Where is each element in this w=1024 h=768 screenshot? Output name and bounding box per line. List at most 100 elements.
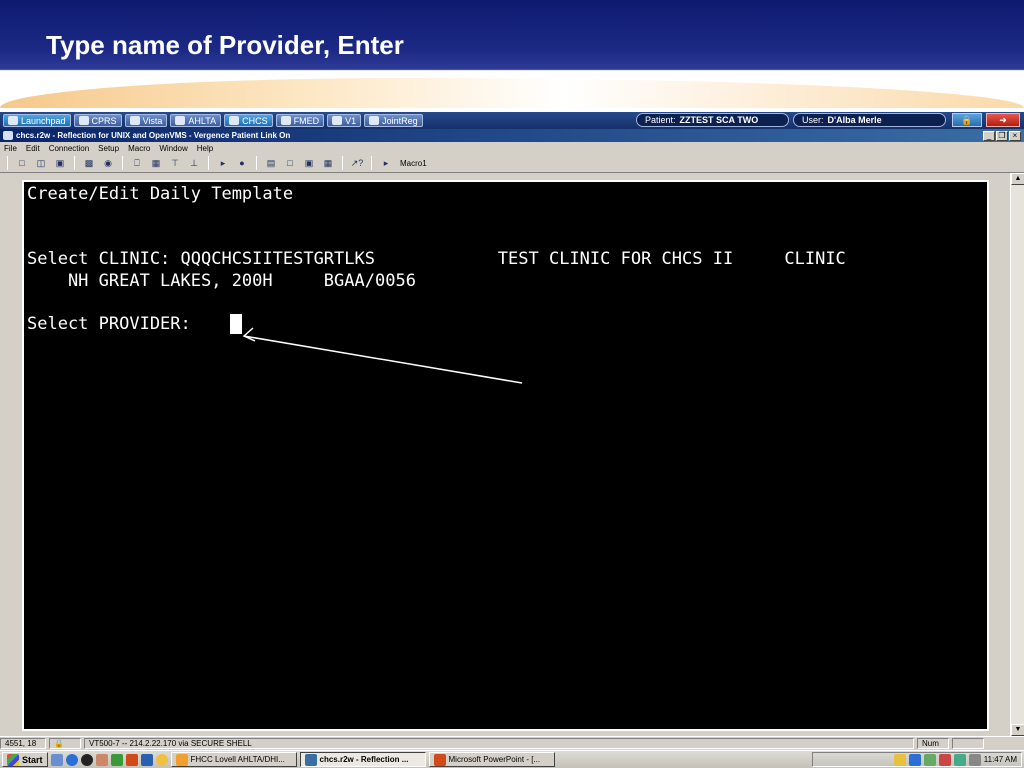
header-wave-decoration <box>0 78 1024 108</box>
jointreg-icon <box>369 116 380 125</box>
media-player-icon[interactable] <box>80 753 93 766</box>
v1-label: V1 <box>345 115 357 126</box>
task-ahlta[interactable]: FHCC Lovell AHLTA/DHI... <box>170 752 297 767</box>
menu-connection[interactable]: Connection <box>49 144 89 153</box>
play-macro-icon[interactable]: ▸ <box>216 157 230 170</box>
paste-icon[interactable]: ▦ <box>149 157 163 170</box>
outlook-icon[interactable] <box>155 753 168 766</box>
lock-icon: 🔒 <box>961 115 973 125</box>
ahlta-icon <box>175 116 186 125</box>
user-key: User: <box>802 115 824 125</box>
macro-play-icon[interactable]: ▸ <box>379 157 393 170</box>
save-icon[interactable]: ▣ <box>53 157 67 170</box>
chat-icon[interactable]: □ <box>283 157 297 170</box>
settings-icon[interactable]: ▤ <box>264 157 278 170</box>
launchpad-icon <box>8 116 18 125</box>
close-button[interactable]: × <box>1009 131 1021 141</box>
toolbar-separator <box>256 156 257 170</box>
show-desktop-icon[interactable] <box>50 753 63 766</box>
tray-sync-icon[interactable] <box>953 753 966 766</box>
tray-volume-icon[interactable] <box>968 753 981 766</box>
patient-key: Patient: <box>645 115 676 125</box>
toolbar-separator <box>74 156 75 170</box>
tray-network-icon[interactable] <box>908 753 921 766</box>
window-title: chcs.r2w - Reflection for UNIX and OpenV… <box>16 131 291 140</box>
toolbar-separator <box>208 156 209 170</box>
fmed-label: FMED <box>293 115 320 126</box>
print-icon[interactable]: ▩ <box>82 157 96 170</box>
restore-icon: ❐ <box>998 131 1006 140</box>
patient-value: ZZTEST SCA TWO <box>679 115 759 125</box>
lock-status-icon: 🔒 <box>49 738 81 749</box>
menu-edit[interactable]: Edit <box>26 144 40 153</box>
cprs-button[interactable]: CPRS <box>73 114 122 127</box>
excel-icon[interactable] <box>110 753 123 766</box>
user-field[interactable]: User: D'Alba Merle <box>793 113 946 127</box>
open-folder-icon[interactable]: ◫ <box>34 157 48 170</box>
slide-title: Type name of Provider, Enter <box>46 30 404 60</box>
ahlta-label: AHLTA <box>188 115 217 126</box>
task-reflection[interactable]: chcs.r2w - Reflection ... <box>299 752 426 767</box>
scroll-down-icon[interactable]: ▼ <box>1011 724 1024 736</box>
app-icon <box>3 131 13 140</box>
terminal-screen[interactable]: Create/Edit Daily Template Select CLINIC… <box>22 180 989 731</box>
keyboard-icon[interactable]: ▦ <box>321 157 335 170</box>
tray-security-icon[interactable] <box>923 753 936 766</box>
minimize-button[interactable]: _ <box>983 131 995 141</box>
scroll-up-icon[interactable]: ▲ <box>1011 173 1024 185</box>
cprs-label: CPRS <box>91 115 117 126</box>
macro-label[interactable]: Macro1 <box>400 159 427 168</box>
find-icon[interactable]: ◉ <box>101 157 115 170</box>
session-info: VT500-7 -- 214.2.22.170 via SECURE SHELL <box>84 738 914 749</box>
copy-icon[interactable]: ⎕ <box>130 157 144 170</box>
word-icon[interactable] <box>140 753 153 766</box>
new-document-icon[interactable]: □ <box>15 157 29 170</box>
tray-antivirus-icon[interactable] <box>938 753 951 766</box>
internet-explorer-icon[interactable] <box>65 753 78 766</box>
exit-button[interactable]: ➜ <box>986 113 1020 127</box>
patient-field[interactable]: Patient: ZZTEST SCA TWO <box>636 113 789 127</box>
reflection-task-icon <box>304 753 317 766</box>
start-button[interactable]: Start <box>2 752 48 767</box>
launchpad-button[interactable]: Launchpad <box>3 114 71 127</box>
fmed-icon <box>280 116 291 125</box>
chcs-button[interactable]: CHCS <box>224 114 273 127</box>
slide-header: Type name of Provider, Enter <box>0 0 1024 112</box>
task-reflection-label: chcs.r2w - Reflection ... <box>319 755 409 764</box>
vista-icon <box>129 116 140 125</box>
menu-window[interactable]: Window <box>159 144 187 153</box>
task-powerpoint[interactable]: Microsoft PowerPoint - [... <box>428 752 555 767</box>
record-macro-icon[interactable]: ● <box>235 157 249 170</box>
fmed-button[interactable]: FMED <box>275 114 325 127</box>
display-icon[interactable]: ▣ <box>302 157 316 170</box>
powerpoint-icon[interactable] <box>125 753 138 766</box>
v1-button[interactable]: V1 <box>327 114 362 127</box>
menu-file[interactable]: File <box>4 144 17 153</box>
ahlta-task-icon <box>175 753 188 766</box>
restore-button[interactable]: ❐ <box>996 131 1008 141</box>
lock-button[interactable]: 🔒 <box>952 113 982 127</box>
vertical-scrollbar[interactable]: ▲ ▼ <box>1010 173 1024 736</box>
exit-icon: ➜ <box>999 115 1007 125</box>
connect-icon[interactable]: ⊤ <box>168 157 182 170</box>
toolbar-separator <box>122 156 123 170</box>
status-bar: 4551, 18 🔒 VT500-7 -- 214.2.22.170 via S… <box>0 737 1024 750</box>
menu-setup[interactable]: Setup <box>98 144 119 153</box>
minimize-icon: _ <box>986 131 992 140</box>
vista-button[interactable]: Vista <box>124 114 168 127</box>
quicklaunch-app-icon[interactable] <box>95 753 108 766</box>
chcs-icon <box>229 116 240 125</box>
tray-app-icon[interactable] <box>893 753 906 766</box>
task-powerpoint-label: Microsoft PowerPoint - [... <box>448 755 541 764</box>
vista-label: Vista <box>142 115 163 126</box>
disconnect-icon[interactable]: ⊥ <box>187 157 201 170</box>
ahlta-button[interactable]: AHLTA <box>170 114 222 127</box>
status-empty-cell <box>952 738 984 749</box>
menu-help[interactable]: Help <box>197 144 213 153</box>
system-tray: 11:47 AM <box>812 752 1022 767</box>
menu-macro[interactable]: Macro <box>128 144 150 153</box>
jointreg-button[interactable]: JointReg <box>364 114 423 127</box>
clock[interactable]: 11:47 AM <box>984 755 1017 764</box>
help-pointer-icon[interactable]: ↗? <box>350 157 364 170</box>
taskbar: Start FHCC Lovell AHLTA/DHI... chcs.r2w … <box>0 750 1024 768</box>
